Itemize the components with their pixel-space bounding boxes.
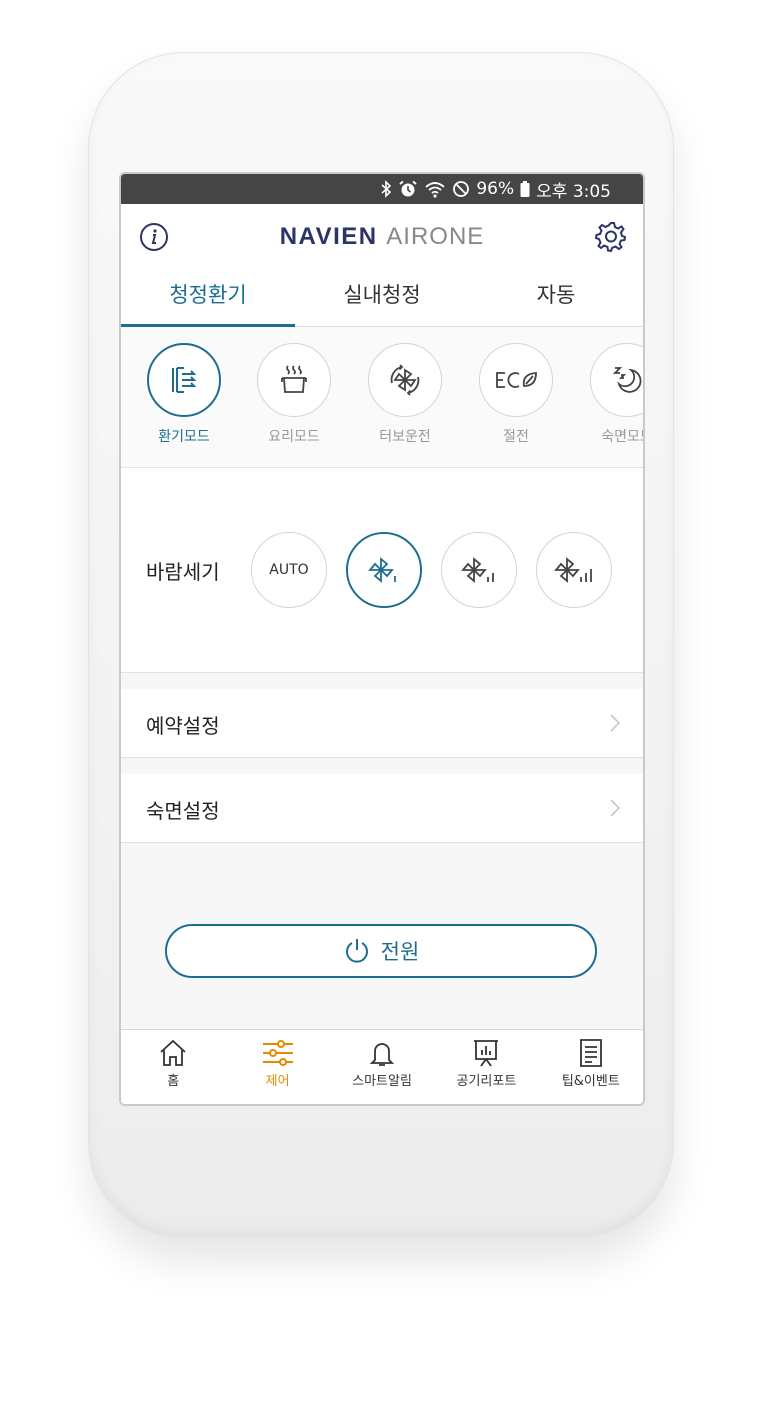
mode-sleep-button[interactable] bbox=[590, 343, 643, 417]
mode-cooking-button[interactable] bbox=[257, 343, 331, 417]
mode-turbo-button[interactable] bbox=[368, 343, 442, 417]
fan-level-1-icon bbox=[368, 557, 396, 583]
mode-label: 숙면모드 bbox=[601, 429, 643, 445]
sleep-settings-label: 숙면설정 bbox=[146, 799, 220, 823]
home-icon bbox=[160, 1039, 186, 1066]
mode-ventilation-button[interactable] bbox=[147, 343, 221, 417]
app-header: NAVIEN AIRONE bbox=[121, 204, 643, 268]
gear-icon[interactable] bbox=[595, 220, 627, 252]
status-bar: 96% 오후 3:05 bbox=[121, 174, 643, 204]
mode-label: 절전 bbox=[503, 429, 529, 445]
wind-level-3-button[interactable] bbox=[536, 532, 612, 608]
alarm-icon bbox=[399, 180, 417, 197]
report-board-icon bbox=[474, 1040, 499, 1067]
fan-level-2-icon bbox=[461, 557, 494, 583]
mode-cooking[interactable]: 요리모드 bbox=[239, 343, 349, 446]
clock: 오후 3:05 bbox=[536, 181, 611, 202]
tab-auto[interactable]: 자동 bbox=[469, 268, 643, 326]
battery-percent: 96% bbox=[476, 179, 515, 199]
nav-tips-events[interactable]: 팁&이벤트 bbox=[539, 1030, 643, 1104]
ventilation-icon bbox=[172, 367, 197, 393]
wind-level-2-button[interactable] bbox=[441, 532, 517, 608]
app-logo: NAVIEN AIRONE bbox=[121, 222, 643, 251]
nav-label: 팁&이벤트 bbox=[561, 1074, 620, 1089]
bell-icon bbox=[369, 1043, 395, 1066]
wind-auto-button[interactable]: AUTO bbox=[251, 532, 327, 608]
nav-label: 스마트알림 bbox=[352, 1074, 412, 1089]
bluetooth-icon bbox=[381, 180, 392, 198]
wind-auto-label: AUTO bbox=[269, 562, 309, 578]
battery-icon bbox=[520, 181, 530, 197]
sleep-moon-icon bbox=[612, 367, 642, 393]
mode-eco-button[interactable] bbox=[479, 343, 553, 417]
power-button[interactable]: 전원 bbox=[165, 924, 597, 978]
nav-label: 홈 bbox=[167, 1074, 180, 1089]
reservation-settings-label: 예약설정 bbox=[146, 714, 220, 738]
document-icon bbox=[579, 1039, 602, 1067]
wind-level-1-button[interactable] bbox=[346, 532, 422, 608]
mode-turbo[interactable]: 터보운전 bbox=[350, 343, 460, 446]
nav-label: 제어 bbox=[265, 1074, 290, 1089]
nav-label: 공기리포트 bbox=[456, 1074, 517, 1089]
bottom-navigation: 홈 제어 스마트알림 공기리포트 팁&이벤트 bbox=[121, 1029, 643, 1104]
nav-control[interactable]: 제어 bbox=[225, 1030, 329, 1104]
power-icon bbox=[345, 939, 368, 963]
mode-label: 터보운전 bbox=[379, 429, 431, 445]
wifi-icon bbox=[425, 182, 445, 198]
nav-home[interactable]: 홈 bbox=[121, 1030, 225, 1104]
wind-strength-label: 바람세기 bbox=[146, 560, 220, 584]
nav-air-report[interactable]: 공기리포트 bbox=[434, 1030, 538, 1104]
turbo-fan-icon bbox=[390, 364, 420, 396]
nav-smart-alarm[interactable]: 스마트알림 bbox=[330, 1030, 434, 1104]
brand-main: NAVIEN bbox=[279, 223, 378, 250]
cooking-pot-icon bbox=[281, 365, 307, 393]
reservation-settings-row[interactable]: 예약설정 bbox=[121, 689, 643, 758]
mode-selector: 환기모드 요리모드 터보운전 절전 숙면모 bbox=[121, 327, 643, 468]
eco-icon bbox=[496, 372, 537, 388]
power-label: 전원 bbox=[380, 940, 420, 964]
app-screen: 96% 오후 3:05 NAVIEN AIRONE 청정환기 실내청정 자동 환… bbox=[119, 172, 645, 1106]
sliders-icon bbox=[262, 1040, 293, 1066]
do-not-disturb-icon bbox=[453, 181, 470, 197]
sleep-settings-row[interactable]: 숙면설정 bbox=[121, 774, 643, 843]
mode-sleep[interactable]: 숙면모드 bbox=[572, 343, 643, 446]
chevron-right-icon bbox=[610, 799, 621, 817]
mode-eco[interactable]: 절전 bbox=[461, 343, 571, 446]
wind-strength-section: 바람세기 AUTO bbox=[121, 468, 643, 673]
mode-ventilation[interactable]: 환기모드 bbox=[129, 343, 239, 446]
brand-sub: AIRONE bbox=[386, 223, 485, 250]
mode-label: 요리모드 bbox=[268, 429, 320, 445]
chevron-right-icon bbox=[610, 714, 621, 732]
tab-purified-ventilation[interactable]: 청정환기 bbox=[121, 268, 295, 327]
fan-level-3-icon bbox=[554, 557, 592, 583]
mode-label: 환기모드 bbox=[158, 429, 210, 445]
tab-indoor-purification[interactable]: 실내청정 bbox=[295, 268, 469, 326]
mode-tabs: 청정환기 실내청정 자동 bbox=[121, 268, 643, 327]
